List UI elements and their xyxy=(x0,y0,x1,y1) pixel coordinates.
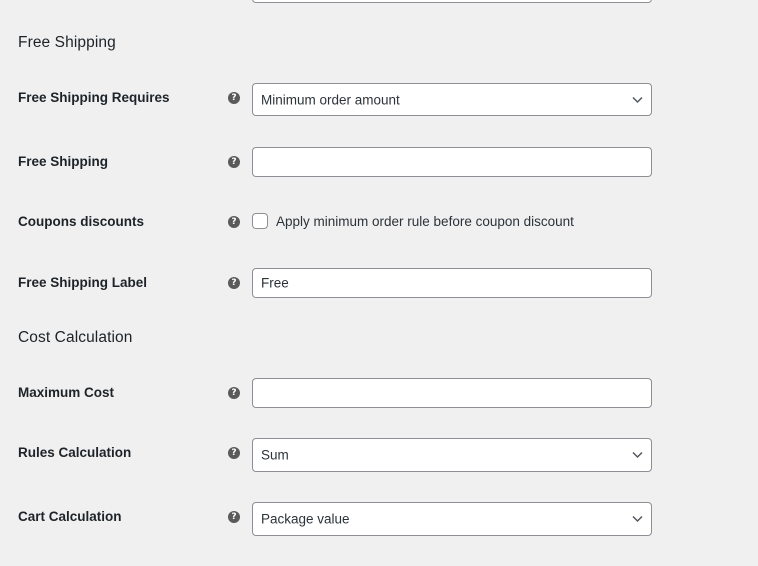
label-coupons-discounts: Coupons discounts xyxy=(18,214,144,229)
select-value: Minimum order amount xyxy=(261,92,400,107)
select-value: Sum xyxy=(261,447,289,463)
chevron-down-icon xyxy=(632,515,643,523)
help-tooltip-icon[interactable]: ? xyxy=(228,156,240,168)
help-tooltip-icon[interactable]: ? xyxy=(228,92,240,104)
select-value: Package value xyxy=(261,511,350,527)
free-shipping-amount-input[interactable] xyxy=(252,147,652,177)
help-tooltip-icon[interactable]: ? xyxy=(228,216,240,228)
input-value: Free xyxy=(261,275,289,291)
label-rules-calculation: Rules Calculation xyxy=(18,445,132,460)
rules-calculation-select[interactable]: Sum xyxy=(252,438,652,472)
coupons-discounts-checkbox-label[interactable]: Apply minimum order rule before coupon d… xyxy=(276,214,574,229)
chevron-down-icon xyxy=(632,451,643,459)
help-tooltip-icon[interactable]: ? xyxy=(228,387,240,399)
section-title-cost-calculation: Cost Calculation xyxy=(18,329,133,346)
chevron-down-icon xyxy=(632,96,643,103)
cart-calculation-select[interactable]: Package value xyxy=(252,502,652,536)
label-free-shipping-requires: Free Shipping Requires xyxy=(18,90,170,105)
help-tooltip-icon[interactable]: ? xyxy=(228,447,240,459)
previous-field-partial[interactable] xyxy=(252,0,652,3)
free-shipping-requires-select[interactable]: Minimum order amount xyxy=(252,83,652,116)
help-tooltip-icon[interactable]: ? xyxy=(228,511,240,523)
coupons-discounts-checkbox[interactable] xyxy=(252,213,268,229)
label-free-shipping-label: Free Shipping Label xyxy=(18,275,148,290)
label-maximum-cost: Maximum Cost xyxy=(18,385,115,400)
maximum-cost-input[interactable] xyxy=(252,378,652,408)
label-cart-calculation: Cart Calculation xyxy=(18,509,122,524)
help-tooltip-icon[interactable]: ? xyxy=(228,277,240,289)
label-free-shipping-amount: Free Shipping xyxy=(18,154,109,169)
section-title-free-shipping: Free Shipping xyxy=(18,34,116,51)
free-shipping-label-input[interactable]: Free xyxy=(252,268,652,298)
